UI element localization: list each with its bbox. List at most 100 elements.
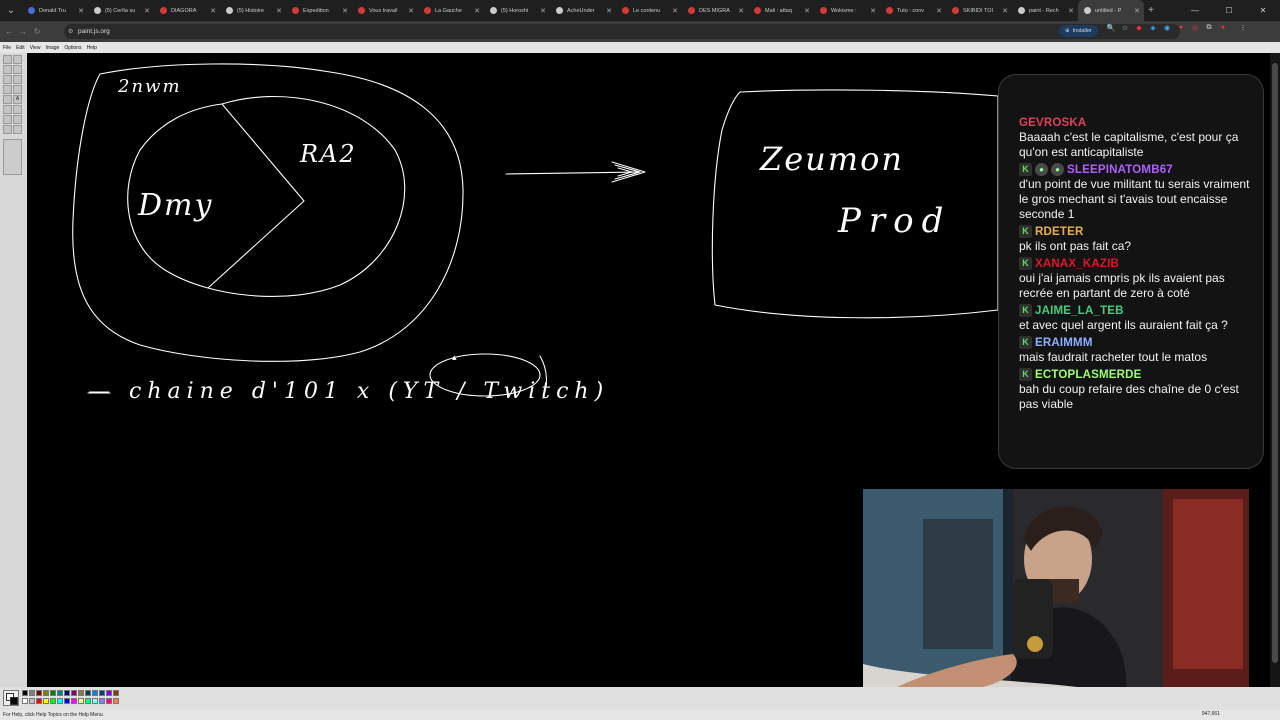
chat-username[interactable]: XANAX_KAZIB xyxy=(1035,258,1119,270)
chat-username[interactable]: RDETER xyxy=(1035,226,1083,238)
extension-dot-icon[interactable]: ◎ xyxy=(1190,24,1200,36)
tab-search-button[interactable]: ⌄ xyxy=(0,0,22,21)
menu-item-help[interactable]: Help xyxy=(87,45,97,51)
tab-close-icon[interactable]: ✕ xyxy=(210,7,216,15)
rectangle-tool-icon[interactable] xyxy=(3,115,12,124)
extension-red-icon[interactable]: ● xyxy=(1176,24,1186,36)
palette-swatch[interactable] xyxy=(29,690,35,696)
chat-username[interactable]: ECTOPLASMERDE xyxy=(1035,369,1142,381)
chat-username[interactable]: SLEEPINATOMB67 xyxy=(1067,164,1173,176)
palette-swatch[interactable] xyxy=(57,698,63,704)
magnifier-tool-icon[interactable] xyxy=(13,75,22,84)
palette-swatch[interactable] xyxy=(57,690,63,696)
tab-close-icon[interactable]: ✕ xyxy=(276,7,282,15)
bookmark-star-icon[interactable]: ☆ xyxy=(1120,24,1130,36)
menu-item-options[interactable]: Options xyxy=(64,45,81,51)
tab-close-icon[interactable]: ✕ xyxy=(342,7,348,15)
palette-swatch[interactable] xyxy=(71,690,77,696)
browser-tab[interactable]: Le contenu ✕ xyxy=(616,0,682,21)
menu-item-file[interactable]: File xyxy=(3,45,11,51)
extension-pdf-icon[interactable]: ◆ xyxy=(1134,24,1144,36)
browser-tab[interactable]: SKIBIDI TOI ✕ xyxy=(946,0,1012,21)
rect-select-tool-icon[interactable] xyxy=(13,55,22,64)
tool-options-box[interactable] xyxy=(3,139,22,175)
palette-swatch[interactable] xyxy=(64,698,70,704)
tab-close-icon[interactable]: ✕ xyxy=(804,7,810,15)
browser-tab[interactable]: DIAGORA ✕ xyxy=(154,0,220,21)
palette-swatch[interactable] xyxy=(106,698,112,704)
palette-swatch[interactable] xyxy=(85,698,91,704)
browser-tab[interactable]: Mali : attaq ✕ xyxy=(748,0,814,21)
browser-tab[interactable]: Donald Tru ✕ xyxy=(22,0,88,21)
palette-swatch[interactable] xyxy=(36,698,42,704)
palette-swatch[interactable] xyxy=(64,690,70,696)
palette-swatch[interactable] xyxy=(22,690,28,696)
extensions-puzzle-icon[interactable]: ⧉ xyxy=(1204,24,1214,36)
browser-tab[interactable]: (5) Cerfia su ✕ xyxy=(88,0,154,21)
palette-swatch[interactable] xyxy=(106,690,112,696)
polygon-tool-icon[interactable] xyxy=(13,115,22,124)
chat-username[interactable]: GEVROSKA xyxy=(1019,117,1086,129)
palette-swatch[interactable] xyxy=(50,698,56,704)
palette-swatch[interactable] xyxy=(78,690,84,696)
menu-item-image[interactable]: Image xyxy=(45,45,59,51)
tab-close-icon[interactable]: ✕ xyxy=(474,7,480,15)
brush-tool-icon[interactable] xyxy=(13,85,22,94)
palette-swatch[interactable] xyxy=(99,698,105,704)
browser-tab[interactable]: Expedition ✕ xyxy=(286,0,352,21)
pencil-tool-icon[interactable] xyxy=(3,85,12,94)
new-tab-button[interactable]: + xyxy=(1144,5,1158,16)
browser-tab[interactable]: untitled - P ✕ xyxy=(1078,0,1144,21)
tab-close-icon[interactable]: ✕ xyxy=(936,7,942,15)
scrollbar-thumb[interactable] xyxy=(1272,63,1278,663)
tab-close-icon[interactable]: ✕ xyxy=(78,7,84,15)
tab-close-icon[interactable]: ✕ xyxy=(540,7,546,15)
site-info-icon[interactable]: ⚙ xyxy=(68,28,73,35)
browser-tab[interactable]: Tuto : conv ✕ xyxy=(880,0,946,21)
palette-swatch[interactable] xyxy=(92,690,98,696)
maximize-icon[interactable]: ☐ xyxy=(1212,0,1246,21)
chat-username[interactable]: JAIME_LA_TEB xyxy=(1035,305,1124,317)
tab-close-icon[interactable]: ✕ xyxy=(738,7,744,15)
browser-tab[interactable]: Wokisme : ✕ xyxy=(814,0,880,21)
browser-tab[interactable]: (5) Histoire ✕ xyxy=(220,0,286,21)
palette-swatch[interactable] xyxy=(22,698,28,704)
rounded-rect-tool-icon[interactable] xyxy=(13,125,22,134)
tab-close-icon[interactable]: ✕ xyxy=(1002,7,1008,15)
eraser-tool-icon[interactable] xyxy=(3,65,12,74)
free-select-tool-icon[interactable] xyxy=(3,55,12,64)
browser-tab[interactable]: (5) Horoshi ✕ xyxy=(484,0,550,21)
extension-audio-icon[interactable]: ◉ xyxy=(1162,24,1172,36)
tab-close-icon[interactable]: ✕ xyxy=(1134,7,1140,15)
palette-swatch[interactable] xyxy=(99,690,105,696)
tab-close-icon[interactable]: ✕ xyxy=(1068,7,1074,15)
tab-close-icon[interactable]: ✕ xyxy=(408,7,414,15)
palette-swatch[interactable] xyxy=(113,698,119,704)
zoom-icon[interactable]: 🔍 xyxy=(1106,24,1116,36)
tab-close-icon[interactable]: ✕ xyxy=(144,7,150,15)
chat-username[interactable]: ERAIMMM xyxy=(1035,337,1093,349)
palette-swatch[interactable] xyxy=(71,698,77,704)
browser-menu-icon[interactable]: ⋮ xyxy=(1238,24,1248,36)
palette-swatch[interactable] xyxy=(85,690,91,696)
palette-swatch[interactable] xyxy=(78,698,84,704)
close-window-icon[interactable]: ✕ xyxy=(1246,0,1280,21)
minimize-icon[interactable]: — xyxy=(1178,0,1212,21)
palette-swatch[interactable] xyxy=(36,690,42,696)
tab-close-icon[interactable]: ✕ xyxy=(870,7,876,15)
menu-item-view[interactable]: View xyxy=(30,45,41,51)
palette-swatch[interactable] xyxy=(29,698,35,704)
extension-blue-icon[interactable]: ◈ xyxy=(1148,24,1158,36)
curve-tool-icon[interactable] xyxy=(13,105,22,114)
text-tool-icon[interactable]: A xyxy=(13,95,22,104)
tab-close-icon[interactable]: ✕ xyxy=(606,7,612,15)
picker-tool-icon[interactable] xyxy=(3,75,12,84)
browser-tab[interactable]: DES MIGRA ✕ xyxy=(682,0,748,21)
tab-close-icon[interactable]: ✕ xyxy=(672,7,678,15)
palette-swatch[interactable] xyxy=(92,698,98,704)
airbrush-tool-icon[interactable] xyxy=(3,95,12,104)
palette-swatch[interactable] xyxy=(113,690,119,696)
install-app-button[interactable]: ⊕ Installer xyxy=(1059,25,1098,37)
current-colors-indicator[interactable] xyxy=(3,690,19,706)
browser-tab[interactable]: paint - Rech ✕ xyxy=(1012,0,1078,21)
